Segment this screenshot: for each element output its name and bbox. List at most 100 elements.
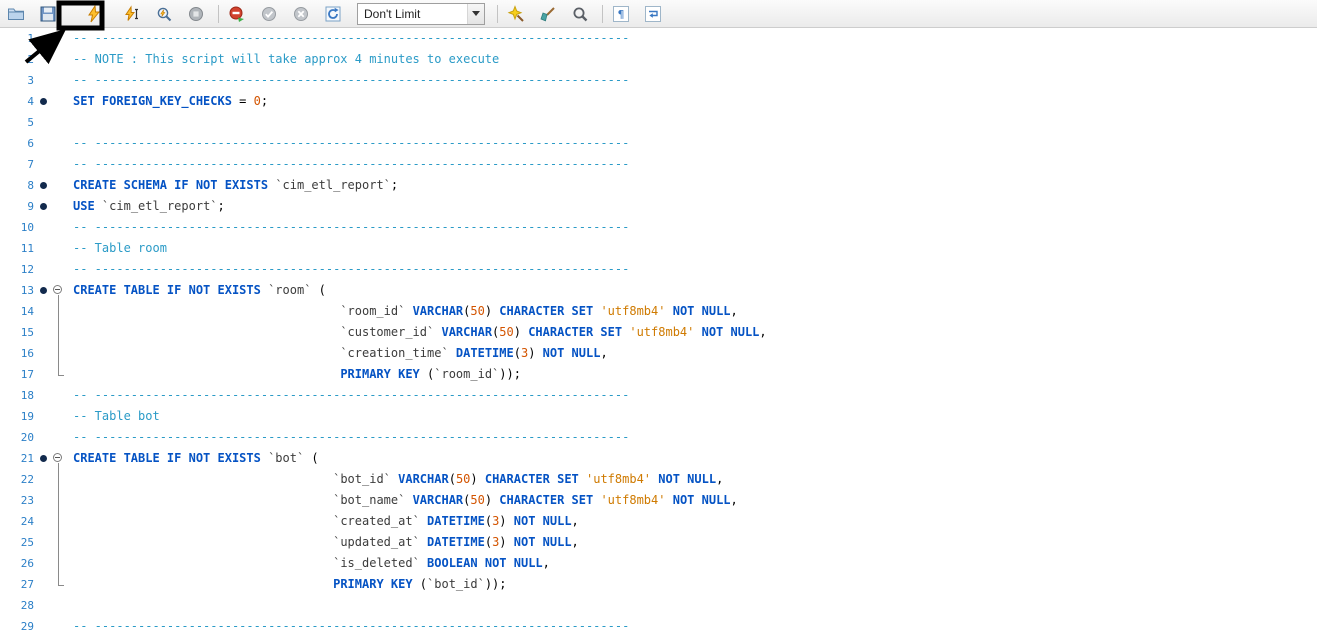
line-number[interactable]: 15 (0, 322, 37, 343)
statement-marker-icon (40, 182, 47, 189)
fold-gutter (50, 70, 67, 91)
stop-button[interactable] (186, 4, 206, 24)
execute-current-statement-button[interactable] (122, 4, 142, 24)
line-number[interactable]: 17 (0, 364, 37, 385)
editor-line[interactable]: 10 -- -----------------------------------… (0, 217, 1317, 238)
toggle-wrap-button[interactable] (643, 4, 663, 24)
editor-line[interactable]: 19-- Table bot (0, 406, 1317, 427)
editor-line[interactable]: 1-- ------------------------------------… (0, 28, 1317, 49)
line-number[interactable]: 20 (0, 427, 37, 448)
line-number[interactable]: 7 (0, 154, 37, 175)
rollback-button[interactable] (291, 4, 311, 24)
line-number[interactable]: 16 (0, 343, 37, 364)
limit-dropdown-arrow-button[interactable] (467, 4, 484, 24)
line-number[interactable]: 23 (0, 490, 37, 511)
collapse-icon[interactable] (53, 285, 62, 294)
code-text: -- -------------------------------------… (67, 217, 629, 238)
line-number[interactable]: 8 (0, 175, 37, 196)
line-number[interactable]: 19 (0, 406, 37, 427)
open-script-button[interactable] (6, 4, 26, 24)
toggle-stop-on-error-button[interactable] (227, 4, 247, 24)
editor-line[interactable]: 2-- NOTE : This script will take approx … (0, 49, 1317, 70)
editor-line[interactable]: 24 `created_at` DATETIME(3) NOT NULL, (0, 511, 1317, 532)
clean-button[interactable] (538, 4, 558, 24)
marker-gutter (37, 280, 50, 301)
editor-line[interactable]: 16 `creation_time` DATETIME(3) NOT NULL, (0, 343, 1317, 364)
editor-line[interactable]: 29-- -----------------------------------… (0, 616, 1317, 637)
marker-gutter (37, 469, 50, 490)
editor-line[interactable]: 9USE `cim_etl_report`; (0, 196, 1317, 217)
line-number[interactable]: 29 (0, 616, 37, 637)
editor-line[interactable]: 26 `is_deleted` BOOLEAN NOT NULL, (0, 553, 1317, 574)
editor-line[interactable]: 28 (0, 595, 1317, 616)
toggle-invisibles-icon: ¶ (612, 5, 630, 23)
editor-line[interactable]: 3-- ------------------------------------… (0, 70, 1317, 91)
editor-line[interactable]: 12 -- -----------------------------------… (0, 259, 1317, 280)
line-number[interactable]: 26 (0, 553, 37, 574)
line-number[interactable]: 13 (0, 280, 37, 301)
fold-gutter (50, 469, 67, 490)
collapse-icon[interactable] (53, 453, 62, 462)
toggle-autocommit-button[interactable] (323, 4, 343, 24)
line-number[interactable]: 1 (0, 28, 37, 49)
line-number[interactable]: 2 (0, 49, 37, 70)
code-text: -- -------------------------------------… (67, 154, 629, 175)
find-button[interactable] (570, 4, 590, 24)
line-number[interactable]: 22 (0, 469, 37, 490)
marker-gutter (37, 406, 50, 427)
save-button[interactable] (38, 4, 58, 24)
editor-line[interactable]: 27 PRIMARY KEY (`bot_id`)); (0, 574, 1317, 595)
editor-line[interactable]: 15 `customer_id` VARCHAR(50) CHARACTER S… (0, 322, 1317, 343)
code-text: -- -------------------------------------… (67, 259, 629, 280)
beautify-button[interactable] (506, 4, 526, 24)
editor-line[interactable]: 21CREATE TABLE IF NOT EXISTS `bot` ( (0, 448, 1317, 469)
editor-line[interactable]: 8CREATE SCHEMA IF NOT EXISTS `cim_etl_re… (0, 175, 1317, 196)
fold-toggle-icon[interactable] (50, 280, 67, 301)
toggle-wrap-icon (644, 5, 662, 23)
line-number[interactable]: 9 (0, 196, 37, 217)
editor-line[interactable]: 6-- ------------------------------------… (0, 133, 1317, 154)
fold-toggle-icon[interactable] (50, 448, 67, 469)
editor-line[interactable]: 4SET FOREIGN_KEY_CHECKS = 0; (0, 91, 1317, 112)
explain-button[interactable] (154, 4, 174, 24)
line-number[interactable]: 27 (0, 574, 37, 595)
editor[interactable]: 1 -- ------------------------------------… (0, 28, 1317, 637)
limit-dropdown[interactable]: Don't Limit (357, 3, 485, 25)
execute-button[interactable] (84, 4, 104, 24)
code-text: `customer_id` VARCHAR(50) CHARACTER SET … (67, 322, 767, 343)
fold-gutter (50, 532, 67, 553)
fold-gutter (50, 511, 67, 532)
line-number[interactable]: 18 (0, 385, 37, 406)
commit-button[interactable] (259, 4, 279, 24)
line-number[interactable]: 21 (0, 448, 37, 469)
line-number[interactable]: 6 (0, 133, 37, 154)
line-number[interactable]: 28 (0, 595, 37, 616)
editor-line[interactable]: 20-- -----------------------------------… (0, 427, 1317, 448)
marker-gutter (37, 217, 50, 238)
marker-gutter (37, 175, 50, 196)
toggle-invisibles-button[interactable]: ¶ (611, 4, 631, 24)
line-number[interactable]: 5 (0, 112, 37, 133)
line-number[interactable]: 14 (0, 301, 37, 322)
fold-gutter (50, 133, 67, 154)
line-number[interactable]: 4 (0, 91, 37, 112)
fold-gutter (50, 616, 67, 637)
line-number[interactable]: 10 (0, 217, 37, 238)
editor-line[interactable]: 25 `updated_at` DATETIME(3) NOT NULL, (0, 532, 1317, 553)
line-number[interactable]: 3 (0, 70, 37, 91)
fold-gutter (50, 154, 67, 175)
line-number[interactable]: 25 (0, 532, 37, 553)
editor-line[interactable]: 5 (0, 112, 1317, 133)
editor-line[interactable]: 14 `room_id` VARCHAR(50) CHARACTER SET '… (0, 301, 1317, 322)
editor-line[interactable]: 22 `bot_id` VARCHAR(50) CHARACTER SET 'u… (0, 469, 1317, 490)
editor-line[interactable]: 23 `bot_name` VARCHAR(50) CHARACTER SET … (0, 490, 1317, 511)
editor-line[interactable]: 7 -- ------------------------------------… (0, 154, 1317, 175)
line-number[interactable]: 11 (0, 238, 37, 259)
statement-marker-icon (40, 203, 47, 210)
editor-line[interactable]: 18-- -----------------------------------… (0, 385, 1317, 406)
editor-line[interactable]: 11-- Table room (0, 238, 1317, 259)
editor-line[interactable]: 13CREATE TABLE IF NOT EXISTS `room` ( (0, 280, 1317, 301)
line-number[interactable]: 12 (0, 259, 37, 280)
line-number[interactable]: 24 (0, 511, 37, 532)
editor-line[interactable]: 17 PRIMARY KEY (`room_id`)); (0, 364, 1317, 385)
